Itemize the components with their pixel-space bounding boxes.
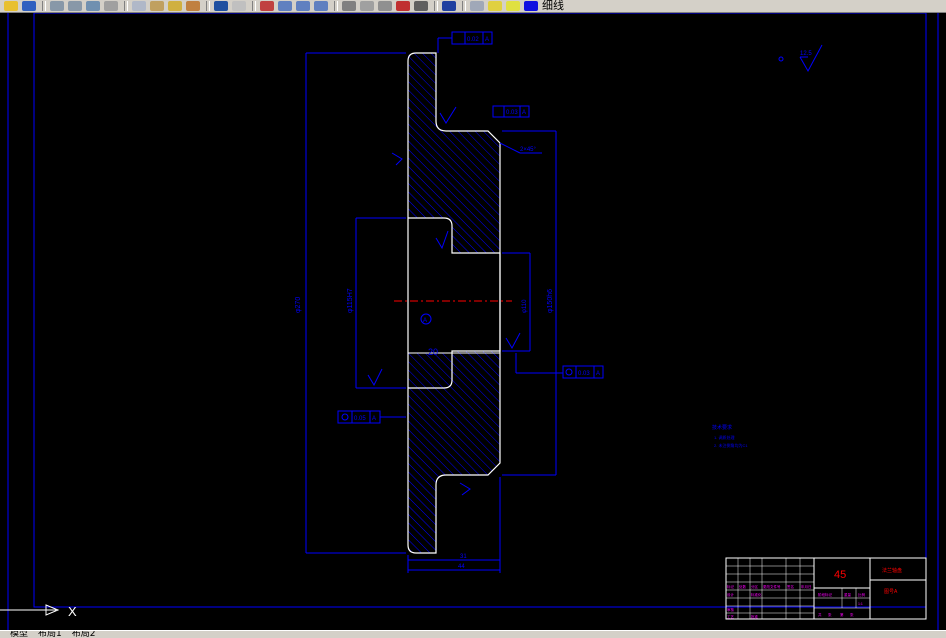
arrow-icon[interactable] [186,1,200,11]
svg-text:共: 共 [818,612,822,617]
title-company: 图号A [884,589,898,595]
cad-drawing[interactable]: φ270 φ115H7 φ150h6 φ110 31 44 20 0.02 A [0,12,946,630]
svg-text:0.05: 0.05 [354,416,366,422]
plot-icon[interactable] [86,1,100,11]
pen-icon[interactable] [4,1,18,11]
pan-icon[interactable] [260,1,274,11]
tech-req-2: 2. 未注倒角均为C1 [714,442,748,448]
print-icon[interactable] [50,1,64,11]
dim-bore-tol: φ115H7 [347,288,354,313]
svg-text:张: 张 [828,612,832,617]
calculator-icon[interactable] [396,1,410,11]
section-hatch [408,53,500,553]
match-icon[interactable] [168,1,182,11]
svg-text:签名: 签名 [787,584,794,589]
title-part-name: 法兰轴盘 [882,567,902,574]
layer-manager-icon[interactable] [470,1,484,11]
roughness-symbol-6 [459,482,471,496]
chamfer-label: 2×45° [520,147,537,153]
zoom-window-icon[interactable] [296,1,310,11]
ucs-axis-icon: X [0,604,77,619]
title-material: 45 [834,569,846,581]
svg-text:A: A [485,37,489,43]
tech-req-title: 技术要求 [712,424,732,431]
toolbar-separator [42,1,46,11]
print-preview-icon[interactable] [68,1,82,11]
svg-text:比例: 比例 [858,592,866,597]
dim-bottom-2: 44 [458,564,465,570]
datum-marker-label: A [423,318,427,324]
roughness-symbol-1 [439,106,457,124]
svg-text:阶段标记: 阶段标记 [818,592,832,597]
svg-text:审核: 审核 [727,607,735,612]
toolbar-separator [206,1,210,11]
svg-text:A: A [372,416,376,422]
svg-text:设计: 设计 [727,592,735,597]
svg-text:更改文件号: 更改文件号 [763,584,781,589]
svg-text:工艺: 工艺 [727,614,735,619]
dim-hub-dia: φ150h6 [547,289,554,313]
sun-icon[interactable] [506,1,520,11]
dim-20: 20 [428,347,438,357]
roughness-symbol-general [778,44,823,73]
chamfer-leader [499,142,521,154]
roughness-symbol-5 [505,332,521,350]
roughness-general-value: 12.5 [800,51,812,57]
current-layer-name[interactable]: 细线 [542,0,564,12]
svg-text:0.03: 0.03 [578,371,590,377]
cut-icon[interactable] [104,1,118,11]
dim-bottom-1: 31 [460,554,467,560]
zoom-realtime-icon[interactable] [278,1,292,11]
svg-text:第: 第 [840,612,844,617]
drawing-canvas[interactable]: φ270 φ115H7 φ150h6 φ110 31 44 20 0.02 A [0,12,946,630]
svg-text:A: A [596,371,600,377]
svg-text:批准: 批准 [751,614,759,619]
cad-toolbar: 细线 [0,0,946,13]
save-icon[interactable] [22,1,36,11]
svg-text:X: X [68,604,77,619]
svg-text:0.03: 0.03 [506,110,518,116]
undo-icon[interactable] [214,1,228,11]
svg-text:年月日: 年月日 [801,584,812,589]
toolbar-separator [252,1,256,11]
color-swatch-icon[interactable] [524,1,538,11]
fcf-left: 0.05 A [337,410,406,424]
svg-text:A: A [522,110,526,116]
toolbar-separator [434,1,438,11]
svg-text:张: 张 [850,612,854,617]
svg-text:处数: 处数 [739,584,747,589]
drawing-border [33,12,927,608]
paste-icon[interactable] [150,1,164,11]
fcf-right-upper: 0.03 A [492,105,530,118]
bulb-icon[interactable] [488,1,502,11]
toolbar-separator [462,1,466,11]
toolbar-separator [124,1,128,11]
copy-icon[interactable] [132,1,146,11]
svg-text:分区: 分区 [751,584,759,589]
svg-text:0.02: 0.02 [467,37,479,43]
svg-text:标记: 标记 [727,584,735,589]
zoom-prev-icon[interactable] [314,1,328,11]
svg-text:标准化: 标准化 [751,592,762,597]
redo-icon[interactable] [232,1,246,11]
dim-inner-dia: φ110 [522,299,528,313]
tool-palette-icon[interactable] [378,1,392,11]
fcf-right-lower: 0.03 A [515,353,604,379]
design-center-icon[interactable] [360,1,374,11]
tech-req-1: 1. 调质处理 [714,434,734,440]
roughness-symbol-2 [391,152,403,166]
svg-text:重量: 重量 [844,592,852,597]
roughness-symbol-3 [435,230,449,250]
title-small-labels: 标记 处数 分区 更改文件号 签名 年月日 设计 标准化 审核 工艺 批准 阶段… [727,584,866,619]
svg-text:1:1: 1:1 [858,602,863,606]
dim-outer-dia: φ270 [295,297,302,313]
properties-icon[interactable] [342,1,356,11]
table-icon[interactable] [414,1,428,11]
help-icon[interactable] [442,1,456,11]
roughness-symbol-4 [367,368,383,387]
fcf-top: 0.02 A [437,31,493,53]
toolbar-separator [334,1,338,11]
